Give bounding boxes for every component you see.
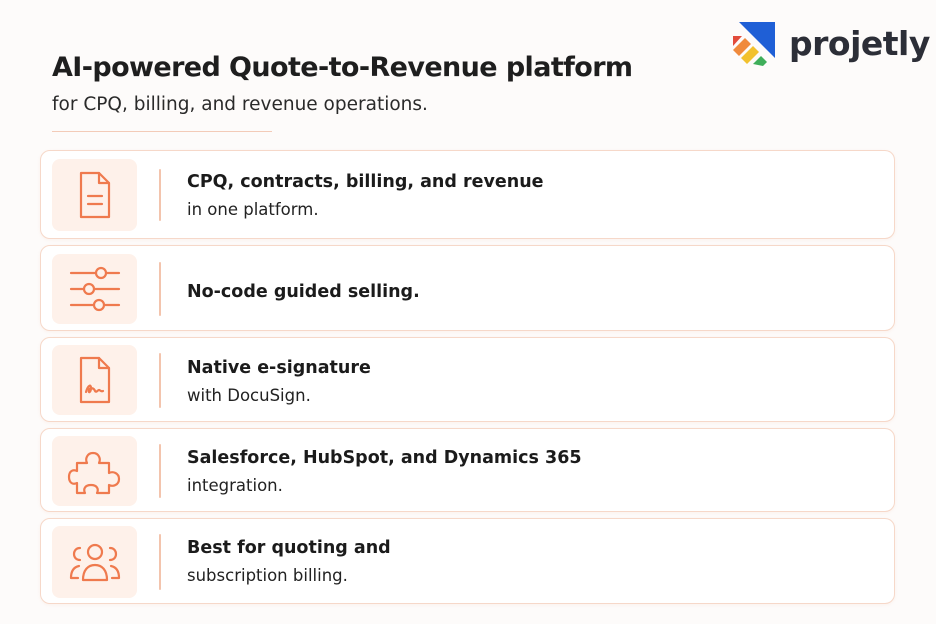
header-divider	[52, 131, 272, 132]
feature-title: CPQ, contracts, billing, and revenue	[187, 172, 544, 192]
feature-subtitle: in one platform.	[187, 200, 319, 219]
separator	[159, 262, 161, 316]
feature-card-guided-selling: No-code guided selling.	[40, 245, 895, 331]
page-subtitle: for CPQ, billing, and revenue operations…	[52, 94, 428, 115]
feature-subtitle: with DocuSign.	[187, 386, 311, 405]
page-title: AI-powered Quote-to-Revenue platform	[52, 52, 633, 83]
signature-document-icon	[79, 356, 110, 404]
feature-card-platform: CPQ, contracts, billing, and revenue in …	[40, 150, 895, 239]
feature-title: Best for quoting and	[187, 538, 391, 558]
feature-icon-box	[52, 254, 137, 324]
projetly-logo-icon	[733, 22, 775, 66]
users-icon	[69, 543, 120, 582]
feature-icon-box	[52, 436, 137, 506]
feature-card-integrations: Salesforce, HubSpot, and Dynamics 365 in…	[40, 428, 895, 512]
separator	[159, 444, 161, 498]
feature-subtitle: integration.	[187, 476, 283, 495]
feature-title: No-code guided selling.	[187, 282, 420, 302]
brand-name: projetly	[789, 24, 930, 63]
feature-title: Native e-signature	[187, 358, 371, 378]
feature-icon-box	[52, 159, 137, 231]
feature-icon-box	[52, 345, 137, 415]
document-icon	[79, 171, 110, 219]
separator	[159, 169, 161, 221]
puzzle-icon	[67, 451, 120, 495]
feature-subtitle: subscription billing.	[187, 566, 348, 585]
brand-logo: projetly	[733, 22, 930, 66]
feature-title: Salesforce, HubSpot, and Dynamics 365	[187, 448, 582, 468]
separator	[159, 353, 161, 408]
feature-icon-box	[52, 526, 137, 598]
sliders-icon	[69, 266, 120, 312]
separator	[159, 534, 161, 590]
feature-card-esignature: Native e-signature with DocuSign.	[40, 337, 895, 422]
feature-card-best-for: Best for quoting and subscription billin…	[40, 518, 895, 604]
